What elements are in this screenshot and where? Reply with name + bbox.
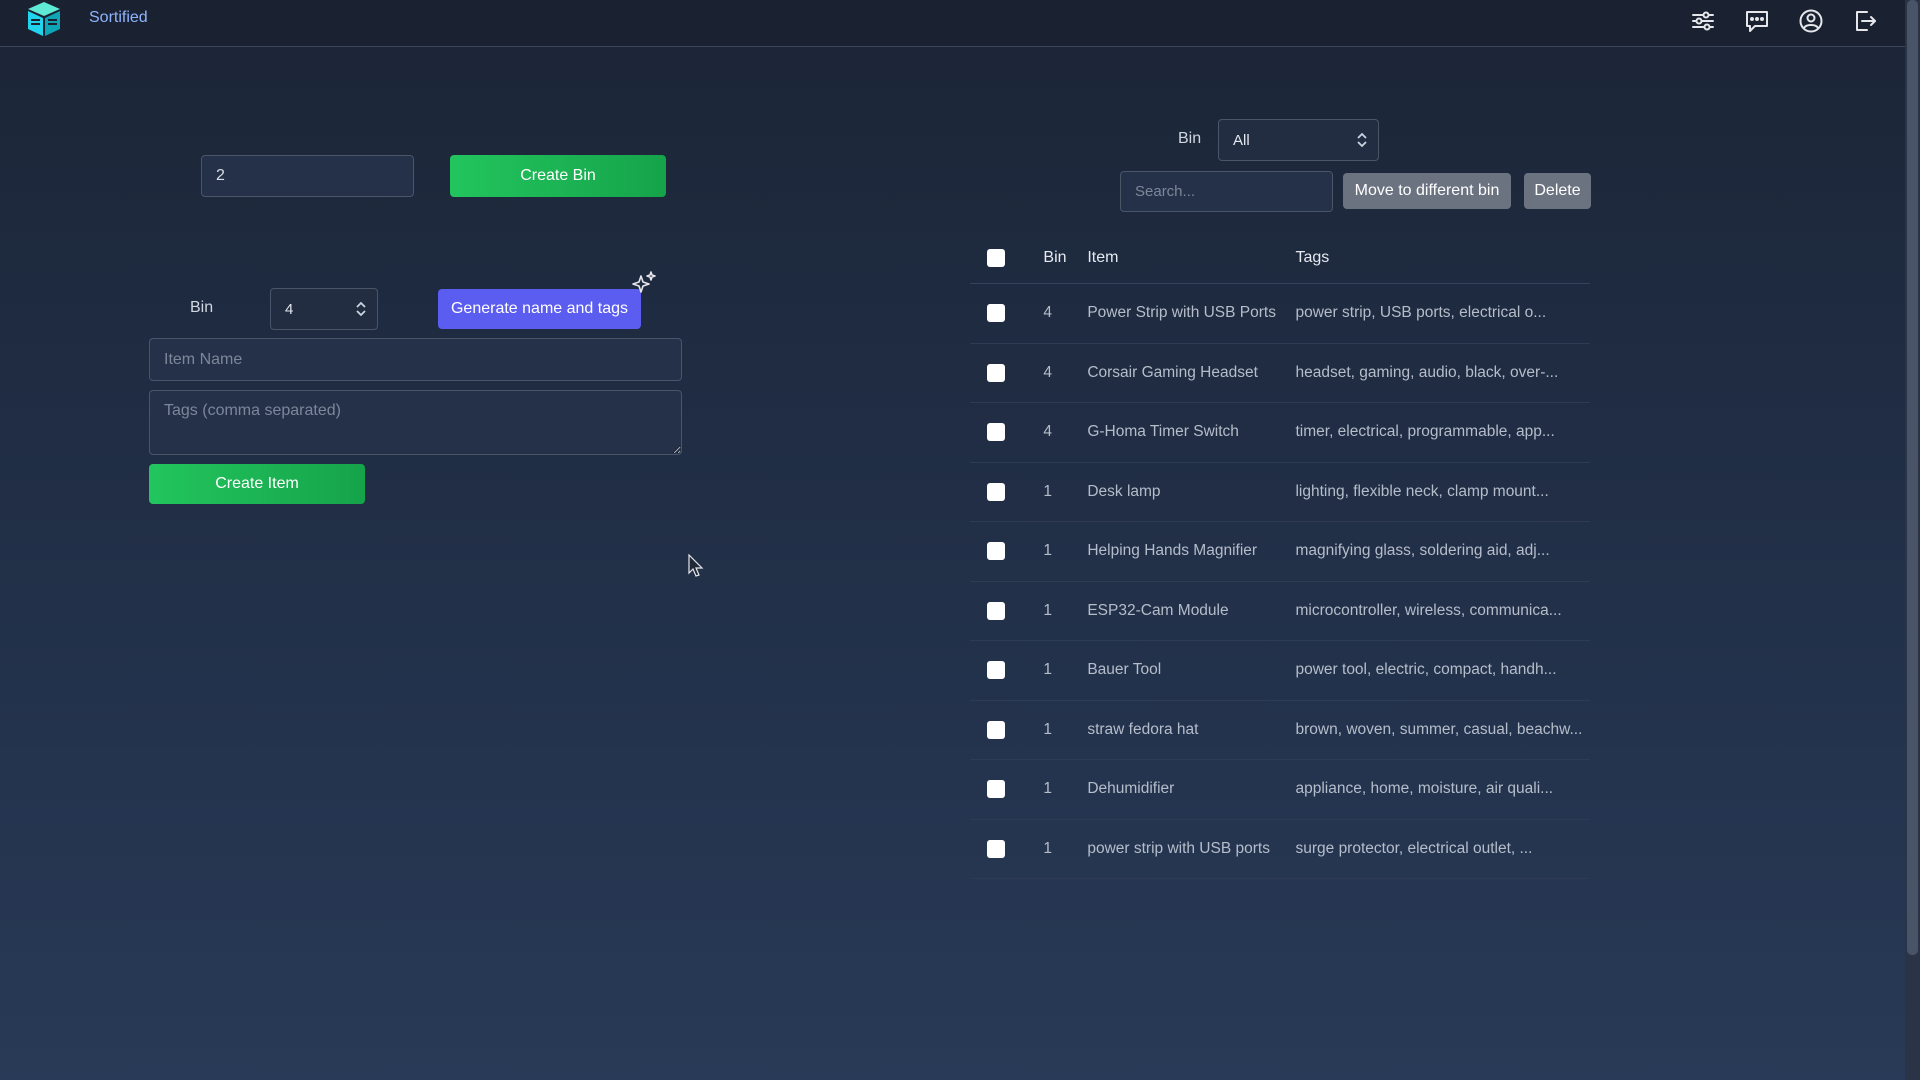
- top-bar: Sortified: [0, 0, 1905, 47]
- bin-label: Bin: [190, 299, 214, 316]
- row-checkbox[interactable]: [987, 780, 1005, 799]
- sortified-logo-icon[interactable]: [24, 0, 64, 38]
- filter-bin-select-value: All: [1233, 131, 1250, 149]
- row-bin: 4: [1043, 283, 1088, 344]
- row-item: ESP32-Cam Module: [1087, 581, 1296, 641]
- row-tags: brown, woven, summer, casual, beachw...: [1295, 700, 1590, 760]
- row-bin: 4: [1043, 402, 1088, 463]
- generate-name-tags-button[interactable]: Generate name and tags: [438, 289, 641, 329]
- row-checkbox[interactable]: [987, 304, 1005, 323]
- row-checkbox-cell: [970, 819, 1044, 879]
- sliders-icon[interactable]: [1689, 7, 1717, 35]
- logout-icon[interactable]: [1851, 7, 1879, 35]
- items-table: Bin Item Tags 4 Power Strip with USB Por…: [970, 233, 1590, 879]
- bin-number-input[interactable]: [201, 155, 414, 197]
- row-checkbox[interactable]: [987, 661, 1005, 680]
- item-name-input[interactable]: [149, 338, 682, 381]
- delete-button[interactable]: Delete: [1524, 173, 1591, 209]
- row-tags: lighting, flexible neck, clamp mount...: [1295, 462, 1590, 522]
- bin-select-value: 4: [285, 300, 294, 318]
- select-all-cell: [970, 233, 1044, 284]
- row-checkbox-cell: [970, 521, 1044, 582]
- move-to-different-bin-button[interactable]: Move to different bin: [1343, 173, 1511, 209]
- scrollbar[interactable]: [1905, 0, 1920, 1080]
- table-row[interactable]: 1 ESP32-Cam Module microcontroller, wire…: [970, 581, 1590, 641]
- create-bin-button[interactable]: Create Bin: [450, 155, 666, 197]
- row-tags: magnifying glass, soldering aid, adj...: [1295, 521, 1590, 582]
- chat-icon[interactable]: [1743, 7, 1771, 35]
- chevron-up-down-icon: [356, 301, 366, 317]
- row-bin: 1: [1043, 759, 1088, 820]
- row-checkbox[interactable]: [987, 482, 1005, 501]
- row-checkbox-cell: [970, 343, 1044, 403]
- tags-textarea[interactable]: [149, 390, 682, 455]
- scrollbar-thumb[interactable]: [1907, 0, 1918, 955]
- app-title[interactable]: Sortified: [89, 9, 148, 27]
- row-checkbox[interactable]: [987, 363, 1005, 382]
- column-header-item[interactable]: Item: [1087, 233, 1296, 284]
- row-tags: power strip, USB ports, electrical o...: [1295, 283, 1590, 344]
- row-bin: 1: [1043, 700, 1088, 760]
- filter-bin-select[interactable]: All: [1218, 119, 1379, 161]
- row-bin: 1: [1043, 819, 1088, 879]
- filter-bin-label: Bin: [1178, 130, 1202, 147]
- table-header-row: Bin Item Tags: [970, 233, 1590, 284]
- user-circle-icon[interactable]: [1797, 7, 1825, 35]
- table-row[interactable]: 1 Desk lamp lighting, flexible neck, cla…: [970, 462, 1590, 522]
- row-tags: timer, electrical, programmable, app...: [1295, 402, 1590, 463]
- row-checkbox[interactable]: [987, 423, 1005, 442]
- row-bin: 1: [1043, 640, 1088, 701]
- table-row[interactable]: 1 power strip with USB ports surge prote…: [970, 819, 1590, 879]
- row-item: Desk lamp: [1087, 462, 1296, 522]
- bin-select[interactable]: 4: [270, 288, 378, 330]
- select-all-checkbox[interactable]: [987, 248, 1005, 267]
- sparkles-icon: [631, 270, 657, 296]
- row-item: straw fedora hat: [1087, 700, 1296, 760]
- column-header-bin[interactable]: Bin: [1043, 233, 1088, 284]
- row-bin: 1: [1043, 462, 1088, 522]
- row-tags: power tool, electric, compact, handh...: [1295, 640, 1590, 701]
- row-checkbox[interactable]: [987, 601, 1005, 620]
- row-item: Power Strip with USB Ports: [1087, 283, 1296, 344]
- table-row[interactable]: 1 straw fedora hat brown, woven, summer,…: [970, 700, 1590, 760]
- row-item: G-Homa Timer Switch: [1087, 402, 1296, 463]
- row-checkbox-cell: [970, 462, 1044, 522]
- table-row[interactable]: 4 G-Homa Timer Switch timer, electrical,…: [970, 402, 1590, 463]
- row-checkbox-cell: [970, 402, 1044, 463]
- mouse-cursor-icon: [688, 553, 704, 578]
- row-bin: 4: [1043, 343, 1088, 403]
- create-item-button[interactable]: Create Item: [149, 464, 365, 504]
- row-item: Bauer Tool: [1087, 640, 1296, 701]
- column-header-tags[interactable]: Tags: [1295, 233, 1590, 284]
- search-input[interactable]: [1120, 171, 1333, 212]
- row-bin: 1: [1043, 581, 1088, 641]
- row-tags: surge protector, electrical outlet, ...: [1295, 819, 1590, 879]
- row-checkbox[interactable]: [987, 720, 1005, 739]
- row-checkbox-cell: [970, 700, 1044, 760]
- row-item: power strip with USB ports: [1087, 819, 1296, 879]
- row-bin: 1: [1043, 521, 1088, 582]
- row-checkbox[interactable]: [987, 542, 1005, 561]
- table-row[interactable]: 4 Power Strip with USB Ports power strip…: [970, 283, 1590, 344]
- row-tags: appliance, home, moisture, air quali...: [1295, 759, 1590, 820]
- chevron-up-down-icon: [1357, 132, 1367, 148]
- table-row[interactable]: 1 Bauer Tool power tool, electric, compa…: [970, 640, 1590, 701]
- table-row[interactable]: 1 Dehumidifier appliance, home, moisture…: [970, 759, 1590, 820]
- row-checkbox-cell: [970, 581, 1044, 641]
- row-checkbox[interactable]: [987, 839, 1005, 858]
- row-item: Dehumidifier: [1087, 759, 1296, 820]
- row-checkbox-cell: [970, 759, 1044, 820]
- table-row[interactable]: 4 Corsair Gaming Headset headset, gaming…: [970, 343, 1590, 403]
- row-item: Helping Hands Magnifier: [1087, 521, 1296, 582]
- row-tags: headset, gaming, audio, black, over-...: [1295, 343, 1590, 403]
- row-checkbox-cell: [970, 283, 1044, 344]
- row-tags: microcontroller, wireless, communica...: [1295, 581, 1590, 641]
- row-item: Corsair Gaming Headset: [1087, 343, 1296, 403]
- row-checkbox-cell: [970, 640, 1044, 701]
- table-row[interactable]: 1 Helping Hands Magnifier magnifying gla…: [970, 521, 1590, 582]
